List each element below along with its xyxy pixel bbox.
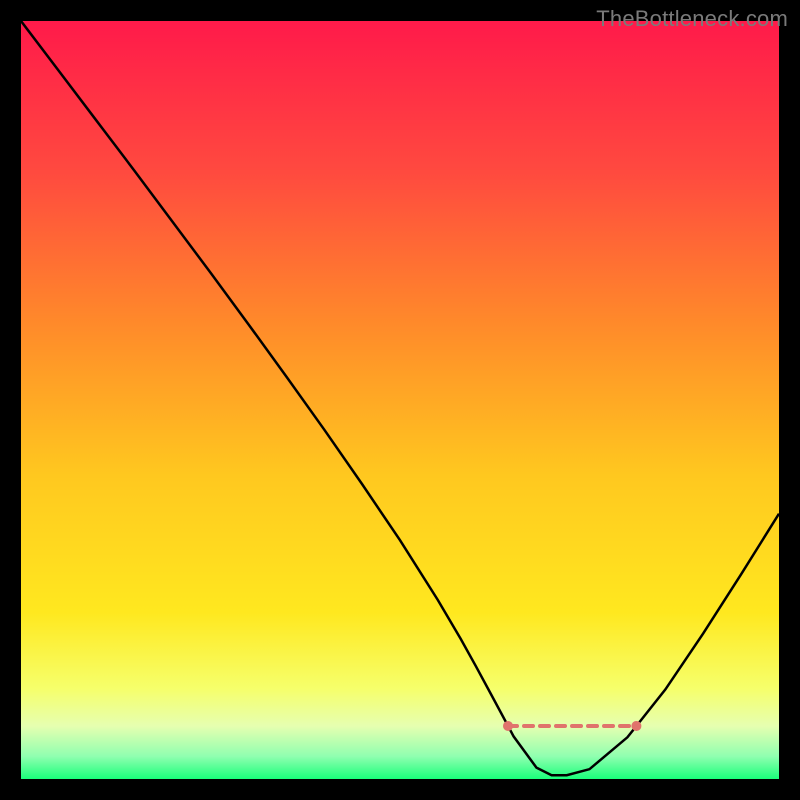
watermark-text: TheBottleneck.com xyxy=(596,6,788,32)
chart-svg xyxy=(21,21,779,779)
gradient-background xyxy=(21,21,779,779)
chart-plot-area xyxy=(21,21,779,779)
